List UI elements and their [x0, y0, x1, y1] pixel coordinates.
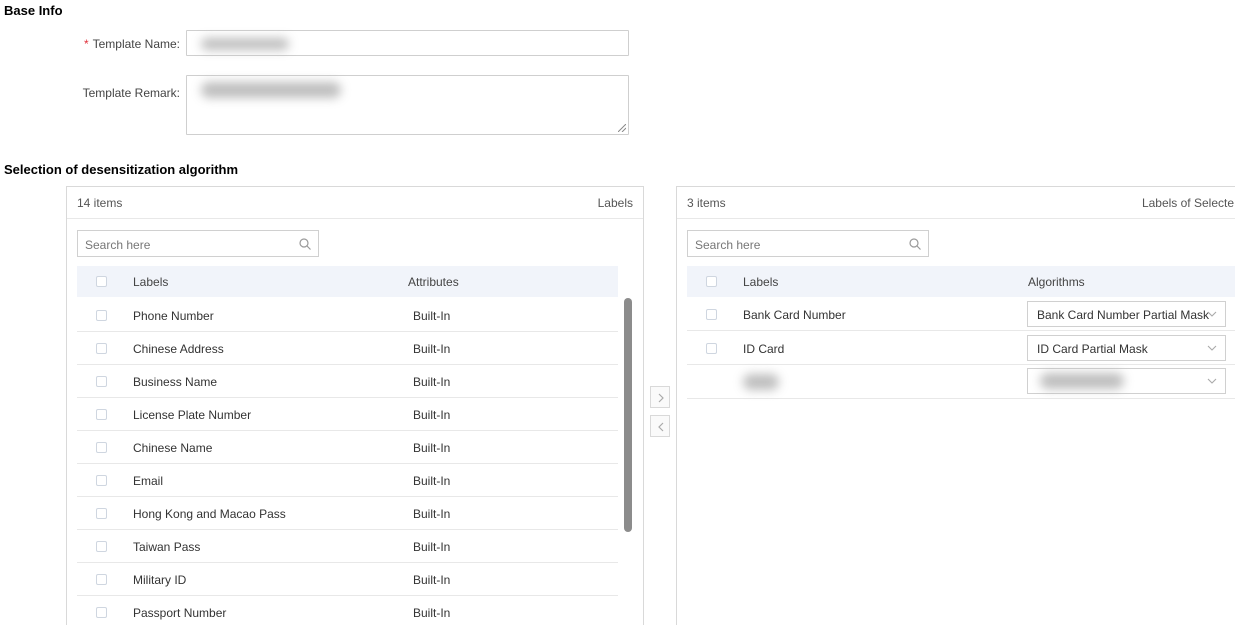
template-remark-label: Template Remark:	[82, 86, 180, 100]
row-checkbox[interactable]	[96, 442, 107, 453]
row-label: Bank Card Number	[743, 308, 846, 322]
table-row[interactable]: Military ID Built-In	[77, 563, 618, 596]
column-header-attributes: Attributes	[408, 275, 459, 289]
search-icon[interactable]	[908, 237, 922, 251]
table-row[interactable]: License Plate Number Built-In	[77, 398, 618, 431]
table-row[interactable]: Hong Kong and Macao Pass Built-In	[77, 497, 618, 530]
row-checkbox[interactable]	[96, 343, 107, 354]
table-row[interactable]: Taiwan Pass Built-In	[77, 530, 618, 563]
row-label: Chinese Address	[133, 342, 224, 356]
source-item-count: 14 items	[77, 196, 123, 210]
table-row[interactable]: Chinese Address Built-In	[77, 332, 618, 365]
redacted-row-label	[743, 374, 779, 390]
row-checkbox[interactable]	[706, 343, 717, 354]
source-panel-title: Labels	[597, 196, 633, 210]
row-checkbox[interactable]	[706, 309, 717, 320]
algorithm-select[interactable]	[1027, 368, 1226, 394]
table-row[interactable]: Business Name Built-In	[77, 365, 618, 398]
selected-search-placeholder: Search here	[695, 238, 761, 252]
source-list-scrollbar[interactable]	[624, 298, 632, 532]
row-label: Hong Kong and Macao Pass	[133, 507, 286, 521]
selected-table-header: Labels Algorithms	[687, 266, 1235, 297]
row-label: Military ID	[133, 573, 187, 587]
selected-search-input[interactable]: Search here	[687, 230, 929, 257]
chevron-left-icon	[658, 422, 664, 432]
row-checkbox[interactable]	[96, 541, 107, 552]
template-name-label: * Template Name:	[70, 37, 180, 51]
table-row[interactable]	[687, 366, 1235, 399]
row-attribute: Built-In	[413, 375, 451, 389]
algorithm-section-heading: Selection of desensitization algorithm	[4, 162, 239, 177]
algorithm-select[interactable]: ID Card Partial Mask	[1027, 335, 1226, 361]
row-attribute: Built-In	[413, 342, 451, 356]
row-attribute: Built-In	[413, 309, 451, 323]
base-info-heading: Base Info	[4, 3, 63, 18]
row-checkbox[interactable]	[96, 376, 107, 387]
row-checkbox[interactable]	[96, 574, 107, 585]
redacted-template-name	[201, 38, 289, 50]
row-checkbox[interactable]	[96, 607, 107, 618]
table-row[interactable]: Bank Card Number Bank Card Number Partia…	[687, 298, 1235, 331]
column-header-labels: Labels	[743, 275, 779, 289]
row-attribute: Built-In	[413, 540, 451, 554]
row-attribute: Built-In	[413, 606, 451, 620]
row-label: Taiwan Pass	[133, 540, 201, 554]
row-label: Chinese Name	[133, 441, 213, 455]
chevron-down-icon	[1207, 311, 1217, 317]
select-all-checkbox[interactable]	[96, 276, 107, 287]
selected-panel-header: 3 items Labels of Selecte	[677, 187, 1235, 219]
row-attribute: Built-In	[413, 408, 451, 422]
row-attribute: Built-In	[413, 507, 451, 521]
row-attribute: Built-In	[413, 573, 451, 587]
source-search-input[interactable]: Search here	[77, 230, 319, 257]
resize-grip-icon[interactable]	[618, 124, 626, 132]
source-panel-header: 14 items Labels	[67, 187, 643, 219]
template-remark-textarea[interactable]	[186, 75, 629, 135]
row-label: Business Name	[133, 375, 218, 389]
table-row[interactable]: ID Card ID Card Partial Mask	[687, 332, 1235, 365]
table-row[interactable]: Passport Number Built-In	[77, 596, 618, 625]
template-name-input[interactable]	[186, 30, 629, 56]
move-left-button[interactable]	[650, 415, 670, 437]
row-label: ID Card	[743, 342, 785, 356]
template-name-label-text: Template Name:	[92, 37, 180, 51]
row-attribute: Built-In	[413, 441, 451, 455]
selected-item-count: 3 items	[687, 196, 726, 210]
row-checkbox[interactable]	[96, 409, 107, 420]
table-row[interactable]: Chinese Name Built-In	[77, 431, 618, 464]
row-checkbox[interactable]	[96, 508, 107, 519]
redacted-template-remark	[201, 82, 341, 98]
row-checkbox[interactable]	[96, 310, 107, 321]
source-search-placeholder: Search here	[85, 238, 151, 252]
row-label: Passport Number	[133, 606, 227, 620]
chevron-down-icon	[1207, 345, 1217, 351]
labels-source-panel: 14 items Labels Search here Labels Attri…	[66, 186, 644, 625]
algorithm-select-value: ID Card Partial Mask	[1037, 342, 1148, 356]
required-asterisk: *	[83, 37, 89, 51]
row-label: License Plate Number	[133, 408, 252, 422]
column-header-algorithms: Algorithms	[1028, 275, 1085, 289]
labels-selected-panel: 3 items Labels of Selecte Search here La…	[676, 186, 1235, 625]
table-row[interactable]: Phone Number Built-In	[77, 299, 618, 332]
row-attribute: Built-In	[413, 474, 451, 488]
table-row[interactable]: Email Built-In	[77, 464, 618, 497]
algorithm-select-value: Bank Card Number Partial Mask	[1037, 308, 1210, 322]
chevron-down-icon	[1207, 378, 1217, 384]
row-checkbox[interactable]	[96, 475, 107, 486]
search-icon[interactable]	[298, 237, 312, 251]
redacted-algorithm	[1040, 373, 1124, 389]
column-header-labels: Labels	[133, 275, 169, 289]
row-label: Email	[133, 474, 164, 488]
selected-panel-title: Labels of Selecte	[1141, 196, 1234, 210]
chevron-right-icon	[658, 393, 664, 403]
move-right-button[interactable]	[650, 386, 670, 408]
algorithm-select[interactable]: Bank Card Number Partial Mask	[1027, 301, 1226, 327]
select-all-checkbox[interactable]	[706, 276, 717, 287]
row-label: Phone Number	[133, 309, 214, 323]
source-table-header: Labels Attributes	[77, 266, 618, 297]
